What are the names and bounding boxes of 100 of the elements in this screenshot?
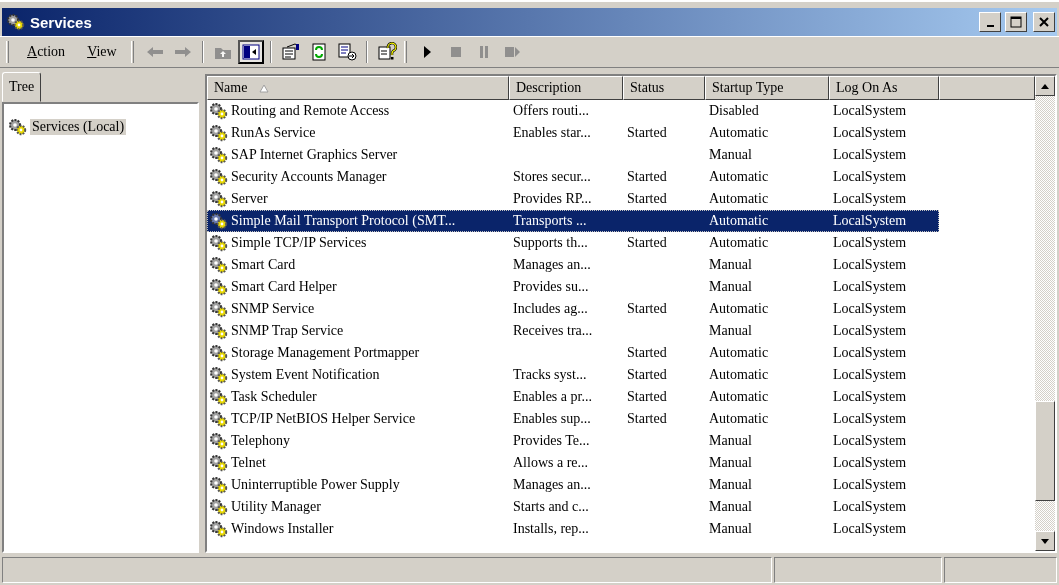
table-cell: LocalSystem	[833, 213, 907, 229]
gears-icon	[209, 388, 229, 406]
table-cell: LocalSystem	[833, 103, 907, 119]
gears-icon	[209, 168, 229, 186]
table-cell: Started	[627, 301, 667, 317]
table-cell: Uninterruptible Power Supply	[231, 477, 400, 493]
column-header[interactable]: Status	[623, 76, 705, 100]
minimize-button[interactable]	[979, 12, 1001, 32]
table-row[interactable]: Server Provides RP... Started Automatic LocalSystem	[207, 188, 939, 210]
table-cell: Automatic	[709, 213, 769, 229]
table-cell: LocalSystem	[833, 521, 907, 537]
table-cell: RunAs Service	[231, 125, 316, 141]
tree-tab[interactable]: Tree	[2, 72, 42, 102]
table-cell: SNMP Trap Service	[231, 323, 344, 339]
scroll-up-button[interactable]	[1035, 76, 1055, 96]
table-cell: Task Scheduler	[231, 389, 317, 405]
table-cell: Provides su...	[513, 279, 589, 295]
table-row[interactable]: Telephony Provides Te... Manual LocalSystem	[207, 430, 939, 452]
up-arrow-icon	[1041, 83, 1049, 89]
scroll-down-button[interactable]	[1035, 531, 1055, 551]
table-cell: LocalSystem	[833, 411, 907, 427]
table-row[interactable]: SNMP Service Includes ag... Started Automatic LocalSystem	[207, 298, 939, 320]
scroll-thumb[interactable]	[1035, 401, 1055, 501]
table-cell: LocalSystem	[833, 345, 907, 361]
table-row[interactable]: Smart Card Helper Provides su... Manual LocalSystem	[207, 276, 939, 298]
table-cell: Security Accounts Manager	[231, 169, 387, 185]
table-cell: LocalSystem	[833, 499, 907, 515]
table-cell: Manual	[709, 455, 752, 471]
table-cell: Started	[627, 367, 667, 383]
table-cell: Automatic	[709, 191, 769, 207]
table-cell: Storage Management Portmapper	[231, 345, 420, 361]
table-cell: Telnet	[231, 455, 266, 471]
table-cell: Windows Installer	[231, 521, 334, 537]
maximize-button[interactable]	[1005, 12, 1027, 32]
gears-icon	[8, 118, 28, 136]
table-row[interactable]: TCP/IP NetBIOS Helper Service Enables sup... Started Automatic LocalSystem	[207, 408, 939, 430]
gears-icon	[209, 256, 229, 274]
table-row[interactable]: Storage Management Portmapper Started Automatic LocalSystem	[207, 342, 939, 364]
table-row[interactable]: Utility Manager Starts and c... Manual LocalSystem	[207, 496, 939, 518]
gears-icon	[209, 454, 229, 472]
show-tree-icon	[240, 42, 261, 62]
close-button[interactable]	[1033, 12, 1055, 32]
table-cell: Enables star...	[513, 125, 591, 141]
table-cell: Automatic	[709, 169, 769, 185]
table-cell: Smart Card	[231, 257, 296, 273]
scrollbar[interactable]	[1035, 76, 1055, 551]
table-cell: Started	[627, 389, 667, 405]
table-row[interactable]: System Event Notification Tracks syst... Started Automatic LocalSystem	[207, 364, 939, 386]
column-header[interactable]: Description	[509, 76, 623, 100]
table-cell: System Event Notification	[231, 367, 380, 383]
table-row[interactable]: SNMP Trap Service Receives tra... Manual LocalSystem	[207, 320, 939, 342]
column-header[interactable]: Log On As	[829, 76, 939, 100]
table-cell: LocalSystem	[833, 169, 907, 185]
gears-icon	[209, 344, 229, 362]
table-cell: LocalSystem	[833, 323, 907, 339]
table-cell: LocalSystem	[833, 301, 907, 317]
table-cell: Manages an...	[513, 477, 591, 493]
table-row[interactable]: Telnet Allows a re... Manual LocalSystem	[207, 452, 939, 474]
table-cell: LocalSystem	[833, 235, 907, 251]
table-cell: Automatic	[709, 389, 769, 405]
table-row[interactable]: SAP Internet Graphics Server Manual LocalSystem	[207, 144, 939, 166]
table-cell: Transports ...	[513, 213, 587, 229]
table-cell: Enables sup...	[513, 411, 591, 427]
table-cell: Routing and Remote Access	[231, 103, 390, 119]
table-cell: Enables a pr...	[513, 389, 592, 405]
table-cell: Started	[627, 411, 667, 427]
table-row[interactable]: Security Accounts Manager Stores secur... Started Automatic LocalSystem	[207, 166, 939, 188]
table-cell: LocalSystem	[833, 125, 907, 141]
window-title: Services	[30, 13, 93, 31]
table-cell: Supports th...	[513, 235, 588, 251]
table-cell: LocalSystem	[833, 279, 907, 295]
gears-icon	[209, 520, 229, 538]
table-row[interactable]: Simple TCP/IP Services Supports th... Started Automatic LocalSystem	[207, 232, 939, 254]
export-list-icon	[336, 42, 357, 62]
table-cell: Receives tra...	[513, 323, 593, 339]
gears-icon	[209, 212, 229, 230]
table-row[interactable]: Task Scheduler Enables a pr... Started Automatic LocalSystem	[207, 386, 939, 408]
tree-item[interactable]: Services (Local)	[30, 119, 127, 135]
table-cell: Manual	[709, 477, 752, 493]
menu-item[interactable]: Action	[17, 42, 76, 62]
table-row[interactable]: RunAs Service Enables star... Started Automatic LocalSystem	[207, 122, 939, 144]
gears-icon	[209, 278, 229, 296]
gears-icon	[209, 190, 229, 208]
column-header[interactable]: Name	[207, 76, 509, 100]
minimize-icon	[986, 25, 994, 27]
menu-item[interactable]: View	[77, 42, 127, 62]
table-row[interactable]: Routing and Remote Access Offers routi... Disabled LocalSystem	[207, 100, 939, 122]
gears-icon	[209, 498, 229, 516]
table-cell: Disabled	[709, 103, 759, 119]
properties-icon	[280, 42, 301, 62]
table-row[interactable]: Smart Card Manages an... Manual LocalSystem	[207, 254, 939, 276]
table-cell: LocalSystem	[833, 455, 907, 471]
table-cell: Telephony	[231, 433, 290, 449]
maximize-icon	[1010, 16, 1022, 28]
toolbar-button[interactable]	[237, 40, 264, 64]
table-row[interactable]: Uninterruptible Power Supply Manages an... Manual LocalSystem	[207, 474, 939, 496]
table-row[interactable]: Windows Installer Installs, rep... Manual LocalSystem	[207, 518, 939, 540]
column-header[interactable]: Startup Type	[705, 76, 829, 100]
table-cell: LocalSystem	[833, 147, 907, 163]
table-row[interactable]: Simple Mail Transport Protocol (SMT... Transports ... Automatic LocalSystem	[207, 210, 939, 232]
